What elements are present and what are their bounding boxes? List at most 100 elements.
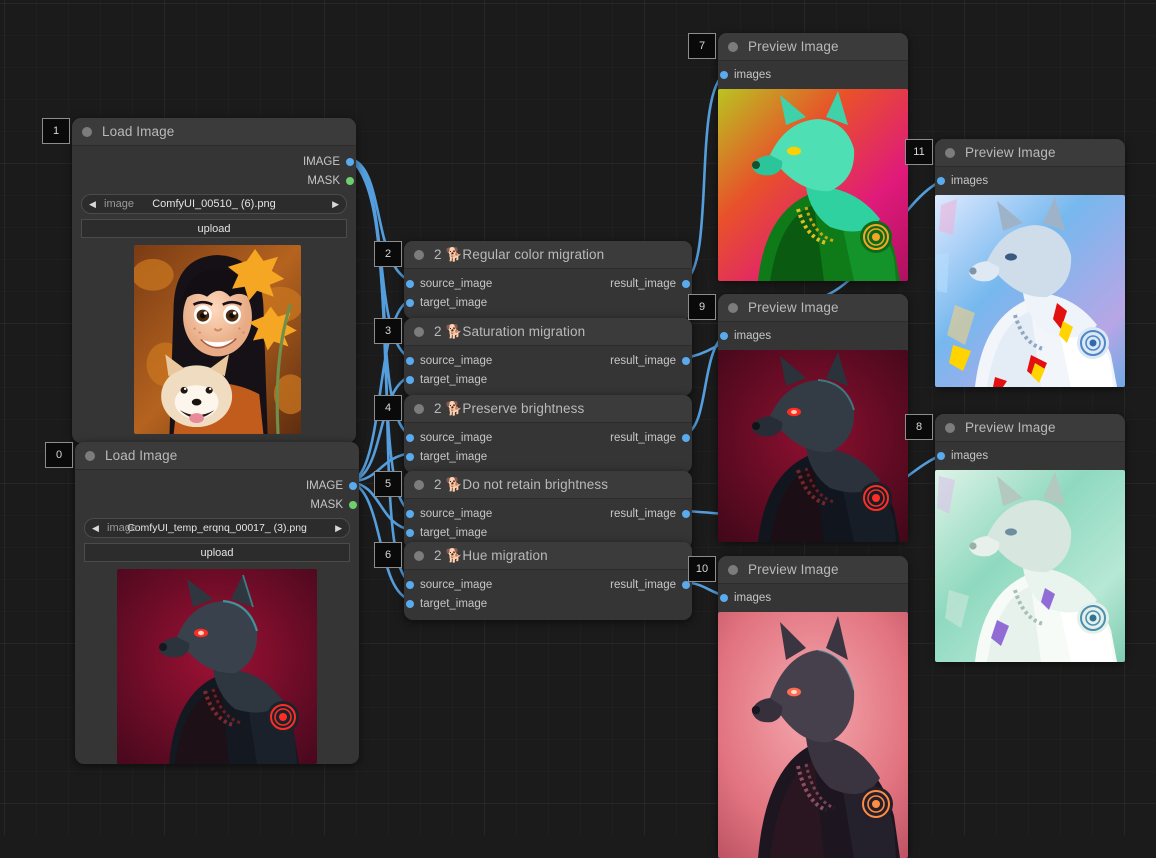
image-combo-widget[interactable]: ◀ image ComfyUI_temp_erqnq_00017_ (3).pn…: [84, 518, 350, 538]
combo-next-arrow-icon[interactable]: ▶: [325, 199, 346, 209]
collapse-dot-icon[interactable]: [414, 249, 424, 260]
node-title-bar[interactable]: 2 🐕Regular color migration: [404, 241, 692, 269]
graph-canvas[interactable]: 1 Load Image IMAGE MASK ◀ image ComfyUI_…: [0, 0, 1156, 858]
input-dot-source-image[interactable]: [406, 356, 414, 365]
input-slot-target-image[interactable]: target_image: [404, 523, 692, 542]
combo-next-arrow-icon[interactable]: ▶: [328, 523, 349, 533]
collapse-dot-icon[interactable]: [414, 479, 424, 490]
node-do-not-retain-brightness[interactable]: 5 2 🐕Do not retain brightness source_ima…: [374, 471, 692, 549]
node-title-bar[interactable]: 2 🐕Preserve brightness: [404, 395, 692, 423]
input-slot-target-image[interactable]: target_image: [404, 370, 692, 389]
input-dot-images[interactable]: [720, 331, 728, 340]
node-hue-migration[interactable]: 6 2 🐕Hue migration source_image result_i…: [374, 542, 692, 620]
input-dot-target-image[interactable]: [406, 528, 414, 537]
node-title-bar[interactable]: Load Image: [72, 118, 356, 146]
collapse-dot-icon[interactable]: [414, 403, 424, 414]
input-slot-source-image[interactable]: source_image result_image: [404, 351, 692, 370]
upload-button[interactable]: upload: [81, 219, 347, 238]
node-preserve-brightness[interactable]: 4 2 🐕Preserve brightness source_image re…: [374, 395, 692, 473]
collapse-dot-icon[interactable]: [414, 326, 424, 337]
combo-widget-value[interactable]: ComfyUI_00510_ (6).png: [103, 198, 325, 210]
output-dot-image[interactable]: [349, 481, 357, 490]
input-dot-images[interactable]: [720, 70, 728, 79]
upload-button[interactable]: upload: [84, 543, 350, 562]
output-slot-image[interactable]: IMAGE: [72, 152, 356, 171]
output-dot-mask[interactable]: [346, 176, 354, 185]
collapse-dot-icon[interactable]: [728, 41, 738, 52]
node-title-bar[interactable]: Load Image: [75, 442, 359, 470]
input-dot-images[interactable]: [937, 176, 945, 185]
output-dot-result-image[interactable]: [682, 509, 690, 518]
output-slot-image[interactable]: IMAGE: [75, 476, 359, 495]
node-preview-image-9[interactable]: 9 Preview Image images: [688, 294, 908, 542]
node-image-preview[interactable]: [718, 89, 908, 281]
node-title-bar[interactable]: 2 🐕Hue migration: [404, 542, 692, 570]
collapse-dot-icon[interactable]: [728, 564, 738, 575]
node-regular-color-migration[interactable]: 2 2 🐕Regular color migration source_imag…: [374, 241, 692, 319]
combo-prev-arrow-icon[interactable]: ◀: [82, 199, 103, 209]
input-dot-source-image[interactable]: [406, 433, 414, 442]
combo-prev-arrow-icon[interactable]: ◀: [85, 523, 106, 533]
node-title-text: Preview Image: [748, 39, 839, 54]
collapse-dot-icon[interactable]: [945, 422, 955, 433]
output-dot-result-image[interactable]: [682, 356, 690, 365]
output-dot-image[interactable]: [346, 157, 354, 166]
input-slot-source-image[interactable]: source_image result_image: [404, 428, 692, 447]
node-title-bar[interactable]: Preview Image: [935, 414, 1125, 442]
node-image-preview[interactable]: [718, 350, 908, 542]
collapse-dot-icon[interactable]: [945, 147, 955, 158]
collapse-dot-icon[interactable]: [728, 302, 738, 313]
input-slot-target-image[interactable]: target_image: [404, 293, 692, 312]
node-preview-image-10[interactable]: 10 Preview Image images: [688, 556, 908, 858]
node-id-badge: 4: [374, 395, 402, 421]
input-slot-images[interactable]: images: [718, 326, 908, 345]
node-preview-image-8[interactable]: 8 Preview Image images: [905, 414, 1125, 662]
input-slot-source-image[interactable]: source_image result_image: [404, 504, 692, 523]
node-title-bar[interactable]: Preview Image: [718, 294, 908, 322]
input-slot-target-image[interactable]: target_image: [404, 447, 692, 466]
input-label: target_image: [420, 450, 488, 463]
node-image-preview[interactable]: [117, 569, 317, 764]
input-slot-images[interactable]: images: [935, 446, 1125, 465]
input-slot-images[interactable]: images: [935, 171, 1125, 190]
node-load-image-0[interactable]: 0 Load Image IMAGE MASK ◀ image ComfyUI_…: [45, 442, 359, 764]
input-slot-images[interactable]: images: [718, 65, 908, 84]
input-slot-source-image[interactable]: source_image result_image: [404, 274, 692, 293]
input-slot-source-image[interactable]: source_image result_image: [404, 575, 692, 594]
input-dot-source-image[interactable]: [406, 279, 414, 288]
input-dot-source-image[interactable]: [406, 580, 414, 589]
input-dot-images[interactable]: [937, 451, 945, 460]
combo-widget-value[interactable]: ComfyUI_temp_erqnq_00017_ (3).png: [106, 522, 328, 534]
node-image-preview[interactable]: [718, 612, 908, 858]
input-dot-images[interactable]: [720, 593, 728, 602]
input-dot-target-image[interactable]: [406, 375, 414, 384]
input-dot-source-image[interactable]: [406, 509, 414, 518]
node-title-text: 2 🐕Do not retain brightness: [434, 476, 609, 492]
input-slot-target-image[interactable]: target_image: [404, 594, 692, 613]
output-slot-mask[interactable]: MASK: [72, 171, 356, 190]
image-combo-widget[interactable]: ◀ image ComfyUI_00510_ (6).png ▶: [81, 194, 347, 214]
output-dot-result-image[interactable]: [682, 433, 690, 442]
node-title-bar[interactable]: 2 🐕Do not retain brightness: [404, 471, 692, 499]
collapse-dot-icon[interactable]: [85, 450, 95, 461]
collapse-dot-icon[interactable]: [82, 126, 92, 137]
node-load-image-1[interactable]: 1 Load Image IMAGE MASK ◀ image ComfyUI_…: [42, 118, 356, 443]
node-saturation-migration[interactable]: 3 2 🐕Saturation migration source_image r…: [374, 318, 692, 396]
input-dot-target-image[interactable]: [406, 599, 414, 608]
node-title-bar[interactable]: Preview Image: [718, 33, 908, 61]
node-title-bar[interactable]: 2 🐕Saturation migration: [404, 318, 692, 346]
node-title-bar[interactable]: Preview Image: [718, 556, 908, 584]
node-title-bar[interactable]: Preview Image: [935, 139, 1125, 167]
node-preview-image-7[interactable]: 7 Preview Image images: [688, 33, 908, 281]
input-slot-images[interactable]: images: [718, 588, 908, 607]
node-image-preview[interactable]: [935, 195, 1125, 387]
output-dot-result-image[interactable]: [682, 279, 690, 288]
input-dot-target-image[interactable]: [406, 298, 414, 307]
output-dot-mask[interactable]: [349, 500, 357, 509]
node-image-preview[interactable]: [134, 245, 301, 434]
node-preview-image-11[interactable]: 11 Preview Image images: [905, 139, 1125, 387]
input-dot-target-image[interactable]: [406, 452, 414, 461]
node-image-preview[interactable]: [935, 470, 1125, 662]
collapse-dot-icon[interactable]: [414, 550, 424, 561]
output-slot-mask[interactable]: MASK: [75, 495, 359, 514]
